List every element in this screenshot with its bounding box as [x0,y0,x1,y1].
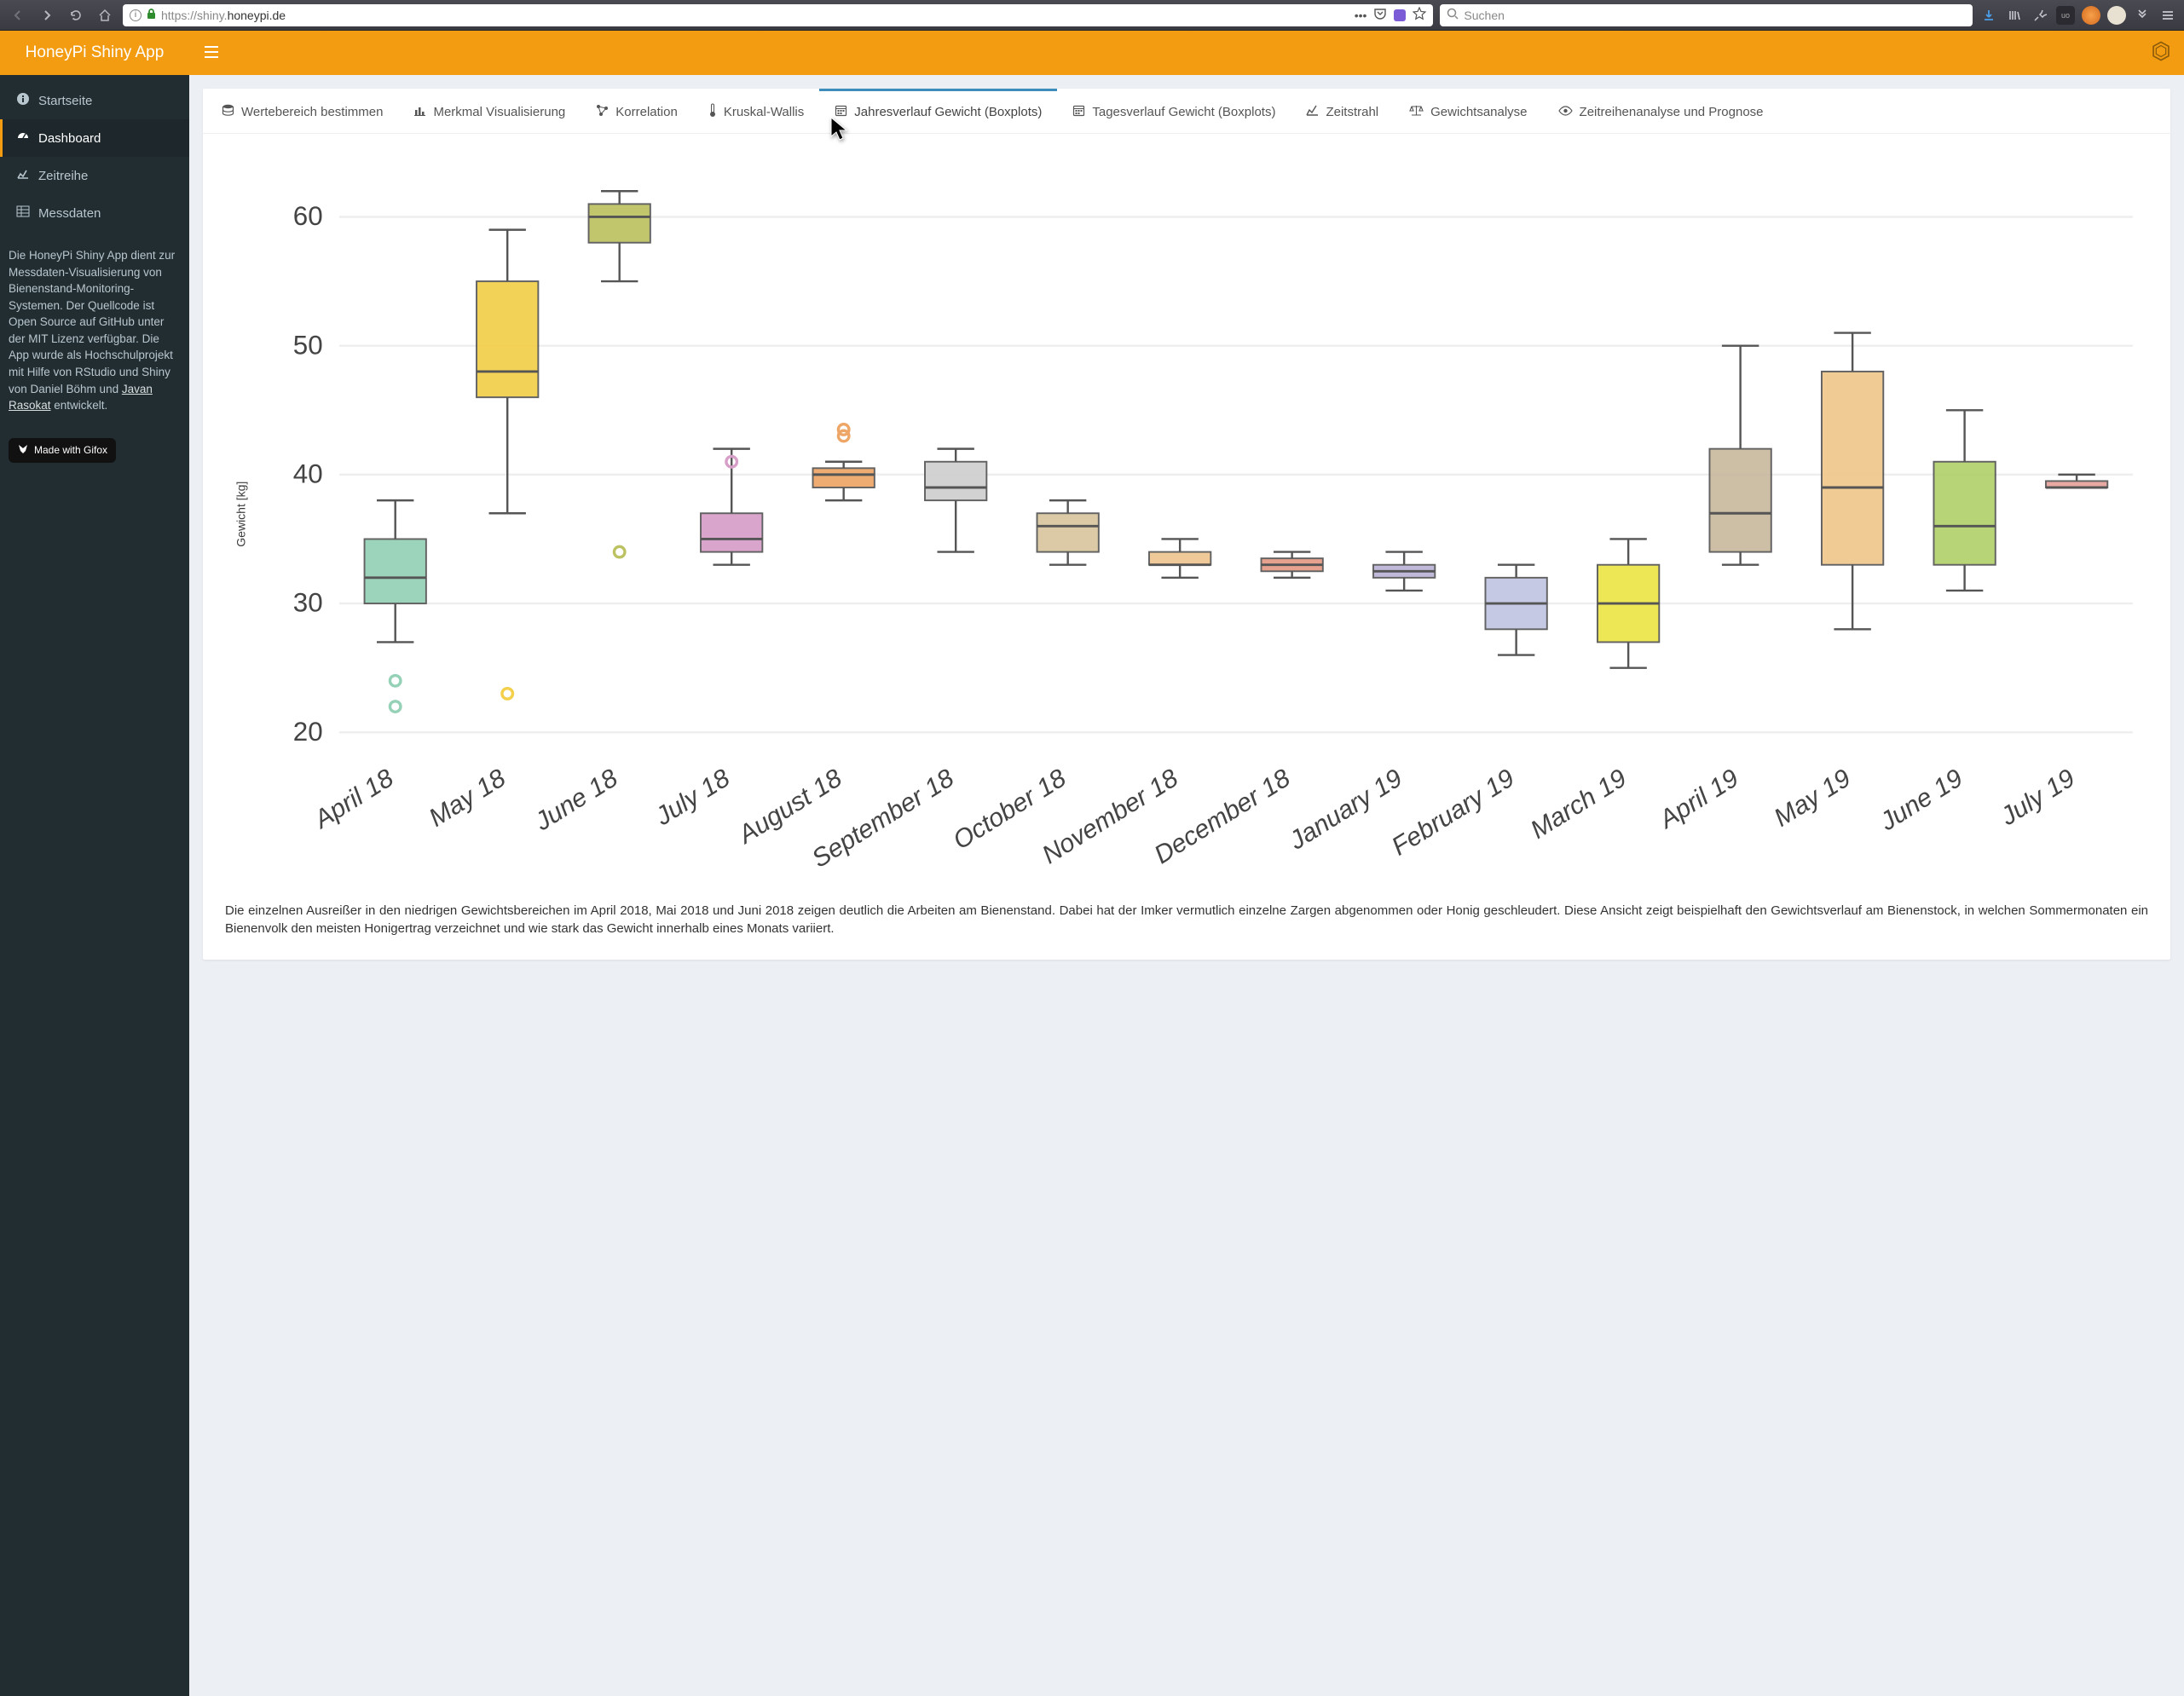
cal-icon [1072,104,1085,120]
url-bar[interactable]: i https://shiny.honeypi.de ••• [123,4,1433,26]
svg-text:May 18: May 18 [425,764,511,832]
chart-container: Gewicht [kg] 20 30 40 50 60 April 18 May 18 Jun… [203,134,2170,902]
boxplot-chart[interactable]: 2030405060April 18May 18June 18July 18Au… [220,158,2153,877]
main-content: Wertebereich bestimmen Merkmal Visualisie… [189,75,2184,1696]
sidebar-item-dashboard[interactable]: Dashboard [0,119,189,157]
forward-button[interactable] [36,4,58,26]
search-icon [1447,8,1459,22]
tab-kruskal-wallis[interactable]: Kruskal-Wallis [693,89,819,133]
net-icon [596,104,609,120]
tab-label: Gewichtsanalyse [1430,105,1527,119]
tab-label: Tagesverlauf Gewicht (Boxplots) [1092,105,1275,119]
page-actions-icon[interactable]: ••• [1355,9,1367,22]
tab-wertebereich-bestimmen[interactable]: Wertebereich bestimmen [206,89,398,133]
tab-tagesverlauf-gewicht-boxplots-[interactable]: Tagesverlauf Gewicht (Boxplots) [1057,89,1291,133]
tab-merkmal-visualisierung[interactable]: Merkmal Visualisierung [398,89,581,133]
sidebar-item-label: Zeitreihe [38,169,88,183]
library-icon[interactable] [2005,6,2024,25]
extension-globe-icon[interactable] [2082,6,2100,25]
tab-label: Zeitreihenanalyse und Prognose [1580,105,1764,119]
extension-ublock-icon[interactable]: uo [2056,6,2075,25]
search-placeholder: Suchen [1464,9,1504,22]
bar-icon [413,104,426,120]
svg-text:May 19: May 19 [1770,764,1857,832]
tab-zeitstrahl[interactable]: Zeitstrahl [1291,89,1394,133]
bookmark-star-icon[interactable] [1413,7,1426,23]
svg-text:30: 30 [293,588,323,618]
header-logo [2150,40,2172,66]
info-icon [16,92,30,109]
tab-label: Zeitstrahl [1326,105,1378,119]
container-icon[interactable] [1394,9,1406,21]
sidebar-item-label: Startseite [38,94,92,108]
tab-label: Wertebereich bestimmen [241,105,383,119]
overflow-icon[interactable] [2133,6,2152,25]
svg-text:January 19: January 19 [1284,764,1407,856]
sidebar-item-startseite[interactable]: Startseite [0,82,189,119]
home-button[interactable] [94,4,116,26]
tab-korrelation[interactable]: Korrelation [581,89,693,133]
made-with-badge[interactable]: Made with Gifox [9,438,116,463]
sidebar-description: Die HoneyPi Shiny App dient zur Messdate… [0,232,189,430]
sidebar-item-label: Messdaten [38,206,101,221]
pocket-icon[interactable] [1373,7,1387,23]
browser-toolbar: i https://shiny.honeypi.de ••• Suchen uo [0,0,2184,31]
svg-text:April 19: April 19 [1653,764,1743,834]
extension-avatar-icon[interactable] [2107,6,2126,25]
gifox-icon [17,443,29,458]
svg-text:February 19: February 19 [1387,764,1520,861]
sidebar-nav: Startseite Dashboard Zeitreihe Messdaten [0,75,189,232]
svg-text:60: 60 [293,201,323,231]
y-axis-label: Gewicht [kg] [234,481,248,546]
line-chart-icon [16,167,30,184]
tab-gewichtsanalyse[interactable]: Gewichtsanalyse [1394,89,1542,133]
tab-label: Jahresverlauf Gewicht (Boxplots) [854,105,1042,119]
svg-text:June 18: June 18 [529,764,622,836]
therm-icon [708,103,717,121]
tab-zeitreihenanalyse-und-prognose[interactable]: Zeitreihenanalyse und Prognose [1543,89,1779,133]
eye-icon [1558,105,1573,119]
line-icon [1306,104,1319,120]
tab-label: Korrelation [615,105,678,119]
sidebar: Startseite Dashboard Zeitreihe Messdaten… [0,75,189,1696]
dashboard-icon [16,130,30,147]
back-button[interactable] [7,4,29,26]
svg-text:July 19: July 19 [1995,764,2080,831]
chart-description: Die einzelnen Ausreißer in den niedrigen… [203,902,2170,960]
tab-label: Kruskal-Wallis [724,105,804,119]
svg-text:June 19: June 19 [1875,764,1967,836]
url-text: https://shiny.honeypi.de [161,9,286,22]
search-bar[interactable]: Suchen [1440,4,1973,26]
svg-text:July 18: July 18 [650,764,736,831]
sidebar-item-label: Dashboard [38,131,101,146]
svg-text:50: 50 [293,330,323,360]
sidebar-item-messdaten[interactable]: Messdaten [0,194,189,232]
table-icon [16,205,30,222]
scale-icon [1409,104,1424,120]
dev-tools-icon[interactable] [2031,6,2049,25]
svg-text:March 19: March 19 [1526,764,1632,845]
tab-label: Merkmal Visualisierung [433,105,565,119]
tab-jahresverlauf-gewicht-boxplots-[interactable]: Jahresverlauf Gewicht (Boxplots) [819,89,1057,133]
lock-icon [147,9,156,22]
svg-text:40: 40 [293,459,323,489]
app-title: HoneyPi Shiny App [0,43,189,62]
info-icon[interactable]: i [130,9,142,21]
dashboard-panel: Wertebereich bestimmen Merkmal Visualisie… [203,89,2170,960]
cal-icon [835,104,847,120]
downloads-icon[interactable] [1979,6,1998,25]
svg-text:April 18: April 18 [309,764,399,834]
tab-bar: Wertebereich bestimmen Merkmal Visualisie… [203,89,2170,134]
app-header: HoneyPi Shiny App [0,31,2184,75]
menu-icon[interactable] [2158,6,2177,25]
sidebar-item-zeitreihe[interactable]: Zeitreihe [0,157,189,194]
reload-button[interactable] [65,4,87,26]
db-icon [222,104,234,120]
svg-text:20: 20 [293,717,323,747]
sidebar-toggle-button[interactable] [205,44,218,62]
